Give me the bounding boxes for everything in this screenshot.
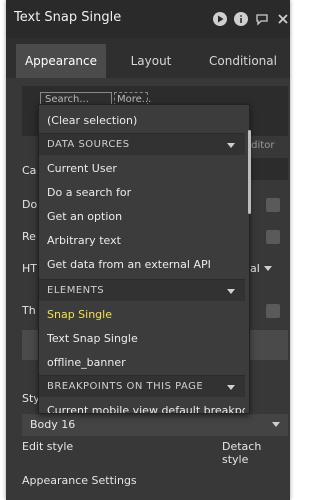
checkbox-2[interactable]: [266, 230, 280, 244]
panel-titlebar: Text Snap Single: [6, 0, 290, 38]
list-item[interactable]: Current User: [39, 157, 245, 181]
chevron-down-icon: [272, 422, 280, 427]
edit-style-link[interactable]: Edit style: [22, 440, 73, 453]
section-header-label: BREAKPOINTS ON THIS PAGE: [47, 381, 204, 392]
clear-selection-item[interactable]: (Clear selection): [39, 109, 245, 133]
tab-layout[interactable]: Layout: [116, 44, 186, 78]
html-tag-value: al: [250, 262, 260, 275]
dynamic-data-dropdown: (Clear selection) DATA SOURCES Current U…: [38, 104, 250, 414]
comment-icon[interactable]: [255, 12, 269, 26]
section-header-elements[interactable]: ELEMENTS: [39, 279, 245, 301]
close-icon[interactable]: [276, 12, 290, 26]
section-header-breakpoints[interactable]: BREAKPOINTS ON THIS PAGE: [39, 375, 245, 397]
tab-conditional[interactable]: Conditional: [196, 44, 290, 78]
list-item[interactable]: Text Snap Single: [39, 327, 245, 351]
row-label-ca: Ca: [22, 164, 37, 177]
row-label-th: Th: [22, 304, 36, 317]
caret-down-icon: [227, 289, 235, 294]
appearance-settings-label[interactable]: Appearance Settings: [22, 474, 137, 487]
list-item-highlighted[interactable]: Snap Single: [39, 303, 245, 327]
section-header-label: DATA SOURCES: [47, 139, 130, 150]
style-select[interactable]: Body 16: [22, 414, 288, 436]
checkbox-1[interactable]: [266, 198, 280, 212]
row-label-ht: HT: [22, 262, 37, 275]
list-item[interactable]: Get data from an external API: [39, 253, 245, 277]
tab-appearance[interactable]: Appearance: [16, 44, 106, 78]
section-header-label: ELEMENTS: [47, 285, 105, 296]
list-item[interactable]: Do a search for: [39, 181, 245, 205]
list-item[interactable]: Arbitrary text: [39, 229, 245, 253]
checkbox-3[interactable]: [266, 304, 280, 318]
section-header-data-sources[interactable]: DATA SOURCES: [39, 133, 245, 155]
tab-bar: Appearance Layout Conditional: [6, 38, 290, 78]
style-select-value: Body 16: [30, 418, 76, 431]
play-icon[interactable]: [213, 12, 227, 26]
caret-down-icon: [227, 385, 235, 390]
info-icon[interactable]: [234, 12, 248, 26]
caret-down-icon: [227, 143, 235, 148]
row-label-re: Re: [22, 230, 36, 243]
dropdown-scrollbar[interactable]: [248, 130, 251, 214]
property-editor-panel: Text Snap Single Appearance Layout Condi…: [6, 0, 290, 500]
list-item[interactable]: offline_banner: [39, 351, 245, 375]
chevron-down-icon[interactable]: [264, 266, 272, 271]
detach-style-link[interactable]: Detach style: [222, 440, 290, 466]
field-box[interactable]: [251, 158, 288, 180]
panel-title: Text Snap Single: [14, 10, 122, 25]
row-label-do: Do: [22, 198, 38, 211]
list-item[interactable]: Current mobile view default breakpoint: [39, 399, 245, 413]
list-item[interactable]: Get an option: [39, 205, 245, 229]
